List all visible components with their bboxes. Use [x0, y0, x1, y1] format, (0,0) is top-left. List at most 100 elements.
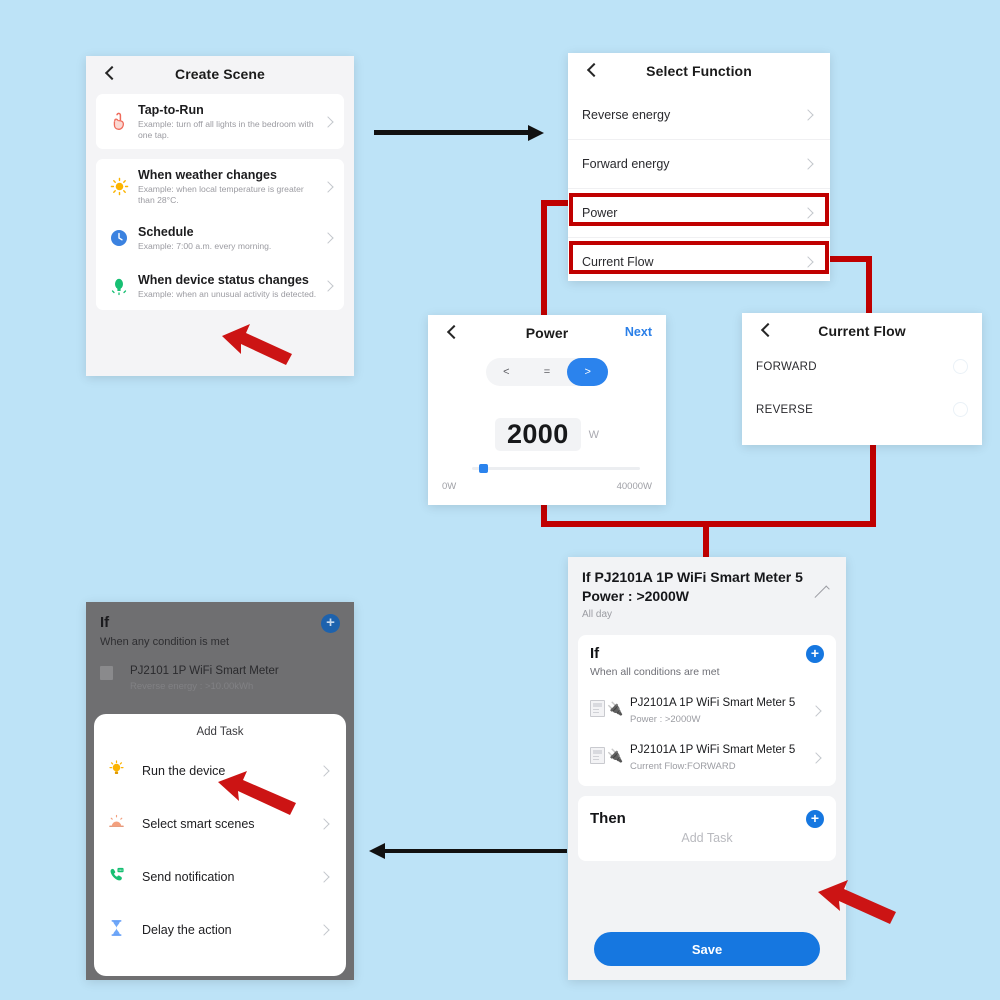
device-name: PJ2101 1P WiFi Smart Meter — [130, 665, 279, 677]
chevron-right-icon — [318, 923, 332, 937]
function-label: Forward energy — [582, 157, 670, 171]
power-unit: W — [588, 428, 600, 441]
task-option-send-notification[interactable]: Send notification — [94, 850, 346, 903]
pointer-arrow-add-task — [818, 880, 896, 924]
list-item-title: Tap-to-Run — [138, 103, 204, 117]
arrow-line-top — [374, 130, 528, 135]
hourglass-icon — [108, 919, 138, 941]
chevron-right-icon — [322, 231, 336, 245]
page-title: Select Function — [646, 63, 752, 79]
select-function-titlebar: Select Function — [568, 53, 830, 91]
add-task-button[interactable]: + — [806, 810, 824, 828]
operator-equals[interactable]: = — [527, 358, 568, 386]
power-value[interactable]: 2000 — [494, 418, 581, 451]
summary-header: If PJ2101A 1P WiFi Smart Meter 5 Power :… — [568, 557, 846, 629]
function-label: Reverse energy — [582, 108, 671, 122]
device-status-text: When device status changes Example: when… — [132, 273, 322, 300]
pointer-arrow-run-the-device — [218, 771, 296, 815]
list-item-schedule[interactable]: Schedule Example: 7:00 a.m. every mornin… — [96, 214, 344, 262]
chevron-right-icon — [810, 704, 824, 718]
power-slider-knob[interactable] — [478, 464, 488, 473]
device-detail: Reverse energy : >10.00kWh — [130, 681, 254, 692]
device-icons: 🔌 — [590, 743, 630, 764]
weather-text: When weather changes Example: when local… — [132, 168, 322, 205]
next-button[interactable]: Next — [625, 325, 652, 339]
automation-summary-panel: If PJ2101A 1P WiFi Smart Meter 5 Power :… — [568, 557, 846, 980]
add-task-sheet: Add Task Run the device Select smart sce… — [94, 714, 346, 976]
radio-icon-forward[interactable] — [953, 359, 968, 374]
list-item-title: When device status changes — [138, 272, 309, 287]
device-name: PJ2101A 1P WiFi Smart Meter 5 — [630, 744, 796, 756]
operator-greater-than[interactable]: > — [567, 358, 609, 386]
then-heading: Then — [590, 810, 626, 827]
chevron-right-icon — [318, 764, 332, 778]
arrow-line-bottom — [385, 849, 567, 853]
add-condition-button-dimmed[interactable]: + — [321, 614, 340, 633]
power-slider-track[interactable] — [472, 464, 640, 473]
option-label: REVERSE — [756, 403, 814, 416]
task-option-label: Delay the action — [142, 922, 232, 937]
save-button[interactable]: Save — [594, 932, 820, 966]
list-item-tap-to-run[interactable]: Tap-to-Run Example: turn off all lights … — [96, 94, 344, 149]
pointer-arrow-device-status — [222, 324, 292, 365]
sun-icon — [106, 177, 132, 196]
power-slider-range: 0W 40000W — [442, 481, 652, 492]
add-condition-button[interactable]: + — [806, 645, 824, 663]
highlight-box-power — [569, 193, 829, 226]
device-name: PJ2101A 1P WiFi Smart Meter 5 — [630, 697, 796, 709]
condition-row-power[interactable]: 🔌 PJ2101A 1P WiFi Smart Meter 5 Power : … — [590, 688, 824, 735]
radio-icon-reverse[interactable] — [953, 402, 968, 417]
task-option-label: Select smart scenes — [142, 816, 255, 831]
task-option-delay-the-action[interactable]: Delay the action — [94, 903, 346, 956]
device-detail: Power : >2000W — [630, 714, 701, 725]
option-label: FORWARD — [756, 360, 817, 373]
then-section: + Then Add Task — [578, 796, 836, 861]
if-heading: If — [100, 614, 110, 631]
automation-schedule: All day — [582, 609, 613, 620]
list-item-title: When weather changes — [138, 168, 277, 182]
scene-icon — [108, 813, 138, 835]
clock-icon — [106, 229, 132, 247]
option-row-forward[interactable]: FORWARD — [742, 345, 982, 388]
schedule-text: Schedule Example: 7:00 a.m. every mornin… — [132, 225, 322, 252]
chevron-right-icon — [318, 870, 332, 884]
device-detail: Current Flow:FORWARD — [630, 761, 736, 772]
sheet-title: Add Task — [196, 726, 244, 738]
plug-icon: 🔌 — [607, 748, 624, 763]
if-section: + If When all conditions are met 🔌 PJ210… — [578, 635, 836, 786]
smart-meter-icon — [100, 664, 130, 680]
chevron-right-icon — [802, 108, 816, 122]
power-value-wrap: 2000 W — [428, 418, 666, 451]
dimmed-condition-row: PJ2101 1P WiFi Smart Meter Reverse energ… — [100, 664, 340, 692]
chevron-right-icon — [322, 115, 336, 129]
chevron-right-icon — [318, 817, 332, 831]
chevron-right-icon — [802, 157, 816, 171]
pencil-icon[interactable] — [814, 585, 830, 601]
current-flow-panel: Current Flow FORWARD REVERSE — [742, 313, 982, 445]
condition-row-current-flow[interactable]: 🔌 PJ2101A 1P WiFi Smart Meter 5 Current … — [590, 735, 824, 782]
tap-to-run-text: Tap-to-Run Example: turn off all lights … — [132, 103, 322, 140]
list-item-device-status[interactable]: When device status changes Example: when… — [96, 262, 344, 310]
current-flow-titlebar: Current Flow — [742, 313, 982, 345]
operator-segmented-control[interactable]: < = > — [486, 358, 609, 386]
list-item-subtitle: Example: when an unusual activity is det… — [138, 288, 317, 299]
function-row-reverse-energy[interactable]: Reverse energy — [568, 91, 830, 140]
dimmed-if-section: + If When any condition is met PJ2101 1P… — [86, 602, 354, 692]
power-titlebar: Power Next — [428, 315, 666, 349]
smart-meter-icon — [590, 747, 605, 764]
function-row-forward-energy[interactable]: Forward energy — [568, 140, 830, 189]
highlight-box-current-flow — [569, 241, 829, 274]
option-row-reverse[interactable]: REVERSE — [742, 388, 982, 431]
if-heading: If — [590, 645, 600, 662]
condition-text: PJ2101A 1P WiFi Smart Meter 5 Current Fl… — [630, 743, 810, 772]
slider-max-label: 40000W — [616, 481, 652, 492]
if-subheading: When any condition is met — [100, 636, 230, 648]
list-item-weather[interactable]: When weather changes Example: when local… — [96, 159, 344, 214]
triggers-card: When weather changes Example: when local… — [96, 159, 344, 310]
operator-less-than[interactable]: < — [486, 358, 527, 386]
page-title: Current Flow — [818, 323, 906, 339]
arrow-head-top — [528, 125, 544, 141]
add-task-placeholder[interactable]: Add Task — [590, 831, 824, 845]
smart-meter-icon — [590, 700, 605, 717]
create-scene-titlebar: Create Scene — [86, 56, 354, 94]
